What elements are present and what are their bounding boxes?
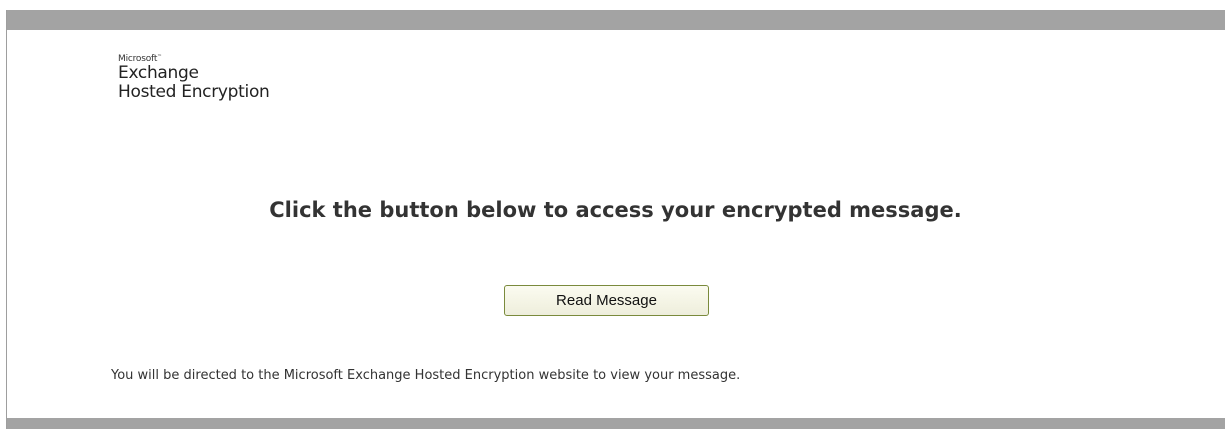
page-headline: Click the button below to access your en… <box>269 198 962 222</box>
redirect-note: You will be directed to the Microsoft Ex… <box>111 368 741 383</box>
logo-line-1: Exchange <box>118 63 199 83</box>
bottom-bar <box>7 418 1225 429</box>
exchange-hosted-encryption-logo: Microsoft™ Exchange Hosted Encryption <box>118 52 270 102</box>
message-frame: Microsoft™ Exchange Hosted Encryption Cl… <box>6 10 1225 429</box>
logo-line-2: Hosted Encryption <box>118 82 270 102</box>
top-bar <box>7 10 1225 30</box>
read-message-button[interactable]: Read Message <box>504 285 709 316</box>
